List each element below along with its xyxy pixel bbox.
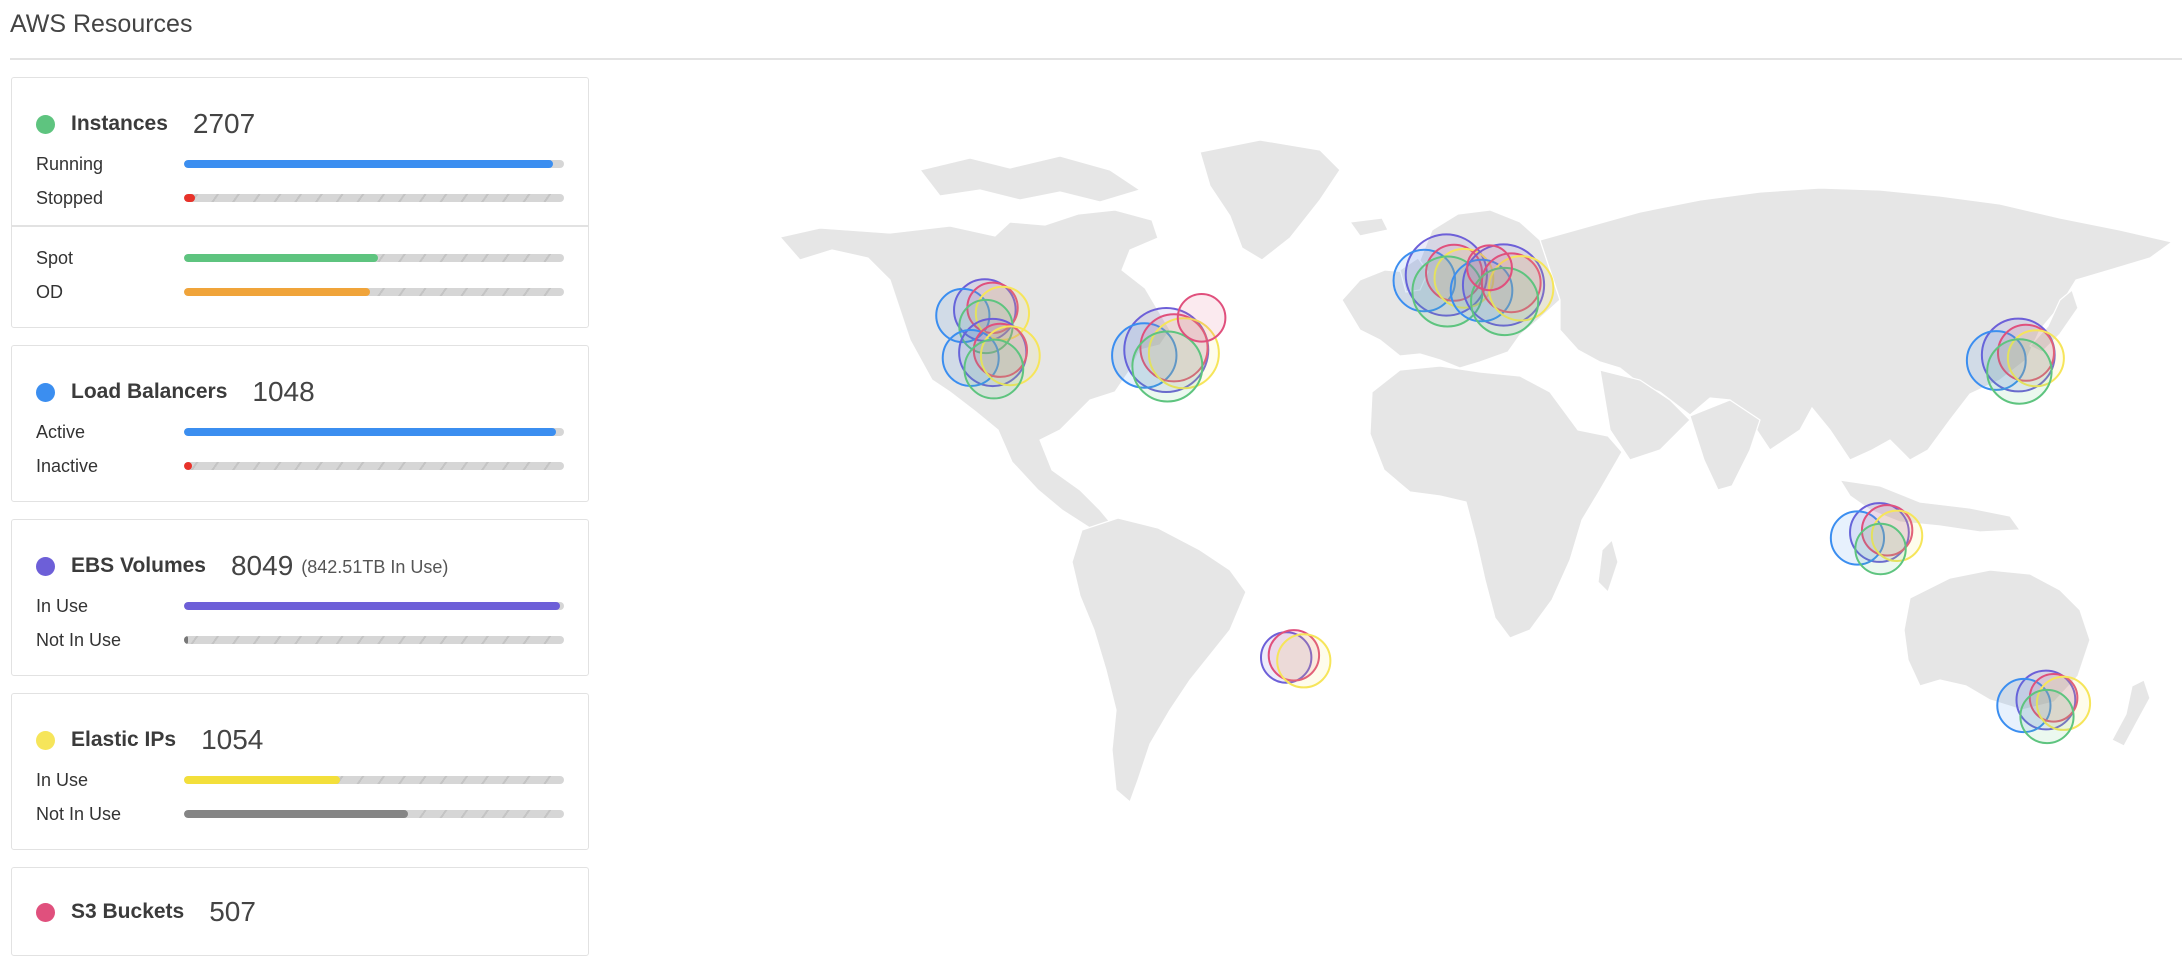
eu-west-2-pink-bubble[interactable] [1466, 244, 1513, 292]
elastic-ips-not-in-use-row[interactable]: Not In Use [36, 801, 576, 827]
ebs-volumes-in-use-bar-fill [184, 602, 561, 610]
elastic-ips-in-use-row[interactable]: In Use [36, 767, 576, 793]
arctic-islands [918, 155, 1142, 203]
africa-landmass [1369, 365, 1623, 639]
south-america-landmass [1071, 517, 1247, 804]
load-balancers-active-bar [184, 428, 564, 436]
us-east-1-green-bubble[interactable] [1131, 330, 1204, 403]
instances-spot-bar [184, 254, 564, 262]
elastic-ips-header: Elastic IPs 1054 [36, 720, 263, 760]
ebs-volumes-card[interactable]: EBS Volumes 8049 (842.51TB In Use) In Us… [11, 519, 589, 676]
load-balancers-inactive-bar [184, 462, 564, 470]
instances-stopped-bar [184, 194, 564, 202]
elastic-ips-in-use-label: In Use [36, 769, 89, 790]
s3-buckets-dot-icon [36, 902, 55, 922]
ap-northeast-1-green-bubble[interactable] [1986, 338, 2053, 405]
load-balancers-inactive-label: Inactive [36, 455, 99, 476]
page-title: AWS Resources [10, 10, 193, 38]
ebs-volumes-header: EBS Volumes 8049 (842.51TB In Use) [36, 546, 448, 586]
madagascar-landmass [1597, 538, 1619, 594]
ebs-volumes-in-use-row[interactable]: In Use [36, 593, 576, 619]
elastic-ips-count: 1054 [201, 724, 264, 755]
us-west-1-green-bubble[interactable] [963, 338, 1025, 400]
instances-running-bar-fill [184, 160, 553, 168]
ap-southeast-2-green-bubble[interactable] [2019, 688, 2075, 745]
load-balancers-active-label: Active [36, 421, 86, 442]
ebs-volumes-dot-icon [36, 556, 55, 576]
instances-running-row[interactable]: Running [36, 151, 576, 177]
ebs-volumes-not-in-use-bar-fill [184, 636, 188, 644]
iceland-landmass [1348, 217, 1389, 237]
instances-running-label: Running [36, 153, 104, 174]
sa-east-1-yellow-bubble[interactable] [1276, 633, 1332, 689]
instances-od-row[interactable]: OD [36, 279, 576, 305]
ebs-volumes-title: EBS Volumes [71, 554, 206, 577]
instances-od-bar [184, 288, 564, 296]
india-landmass [1689, 399, 1761, 491]
ebs-volumes-in-use-label: In Use [36, 595, 89, 616]
title-divider [10, 58, 2182, 60]
load-balancers-count: 1048 [252, 376, 315, 407]
region-ap-southeast-1[interactable] [1829, 502, 1924, 576]
ebs-volumes-in-use-bar [184, 602, 564, 610]
region-ca-central-1[interactable] [1176, 293, 1227, 343]
elastic-ips-in-use-bar [184, 776, 564, 784]
load-balancers-header: Load Balancers 1048 [36, 372, 315, 412]
elastic-ips-not-in-use-bar-fill [184, 810, 409, 818]
instances-od-bar-fill [184, 288, 371, 296]
load-balancers-active-row[interactable]: Active [36, 419, 576, 445]
instances-stopped-label: Stopped [36, 187, 104, 208]
greenland-landmass [1199, 139, 1341, 261]
elastic-ips-not-in-use-bar [184, 810, 564, 818]
ebs-volumes-not-in-use-label: Not In Use [36, 629, 122, 650]
ebs-volumes-not-in-use-bar [184, 636, 564, 644]
region-ap-southeast-2[interactable] [1996, 669, 2092, 745]
ap-southeast-1-green-bubble[interactable] [1854, 522, 1907, 576]
instances-dot-icon [36, 114, 55, 134]
elastic-ips-title: Elastic IPs [71, 728, 177, 751]
elastic-ips-dot-icon [36, 730, 55, 750]
region-eu-west-2[interactable] [1466, 244, 1513, 292]
s3-buckets-header: S3 Buckets 507 [36, 892, 256, 932]
load-balancers-inactive-row[interactable]: Inactive [36, 453, 576, 479]
ebs-volumes-count: 8049 [230, 550, 294, 581]
load-balancers-inactive-bar-fill [184, 462, 192, 470]
load-balancers-active-bar-fill [184, 428, 557, 436]
instances-title: Instances [71, 112, 168, 135]
instances-header: Instances 2707 [36, 104, 255, 144]
instances-stopped-bar-fill [184, 194, 196, 202]
instances-spot-bar-fill [184, 254, 378, 262]
s3-buckets-title: S3 Buckets [71, 900, 185, 923]
load-balancers-dot-icon [36, 382, 55, 402]
elastic-ips-not-in-use-label: Not In Use [36, 803, 122, 824]
instances-spot-label: Spot [36, 247, 74, 268]
elastic-ips-card[interactable]: Elastic IPs 1054 In Use Not In Use [11, 693, 589, 850]
ebs-volumes-usage: (842.51TB In Use) [301, 556, 449, 577]
world-map-svg[interactable] [760, 130, 2180, 830]
load-balancers-card[interactable]: Load Balancers 1048 Active Inactive [11, 345, 589, 502]
region-sa-east-1[interactable] [1259, 629, 1332, 689]
s3-buckets-count: 507 [209, 896, 256, 927]
instances-count: 2707 [192, 108, 256, 139]
instances-divider [12, 225, 588, 227]
ebs-volumes-not-in-use-row[interactable]: Not In Use [36, 627, 576, 653]
land-masses [778, 139, 2174, 804]
instances-od-label: OD [36, 281, 63, 302]
world-map[interactable] [760, 130, 2180, 830]
elastic-ips-in-use-bar-fill [184, 776, 340, 784]
ca-central-1-pink-bubble[interactable] [1176, 293, 1227, 343]
instances-spot-row[interactable]: Spot [36, 245, 576, 271]
s3-buckets-card[interactable]: S3 Buckets 507 [11, 867, 589, 956]
instances-running-bar [184, 160, 564, 168]
instances-card[interactable]: Instances 2707 Running Stopped Spot OD [11, 77, 589, 328]
instances-stopped-row[interactable]: Stopped [36, 185, 576, 211]
load-balancers-title: Load Balancers [71, 380, 228, 403]
new-zealand-landmass [2111, 679, 2151, 747]
